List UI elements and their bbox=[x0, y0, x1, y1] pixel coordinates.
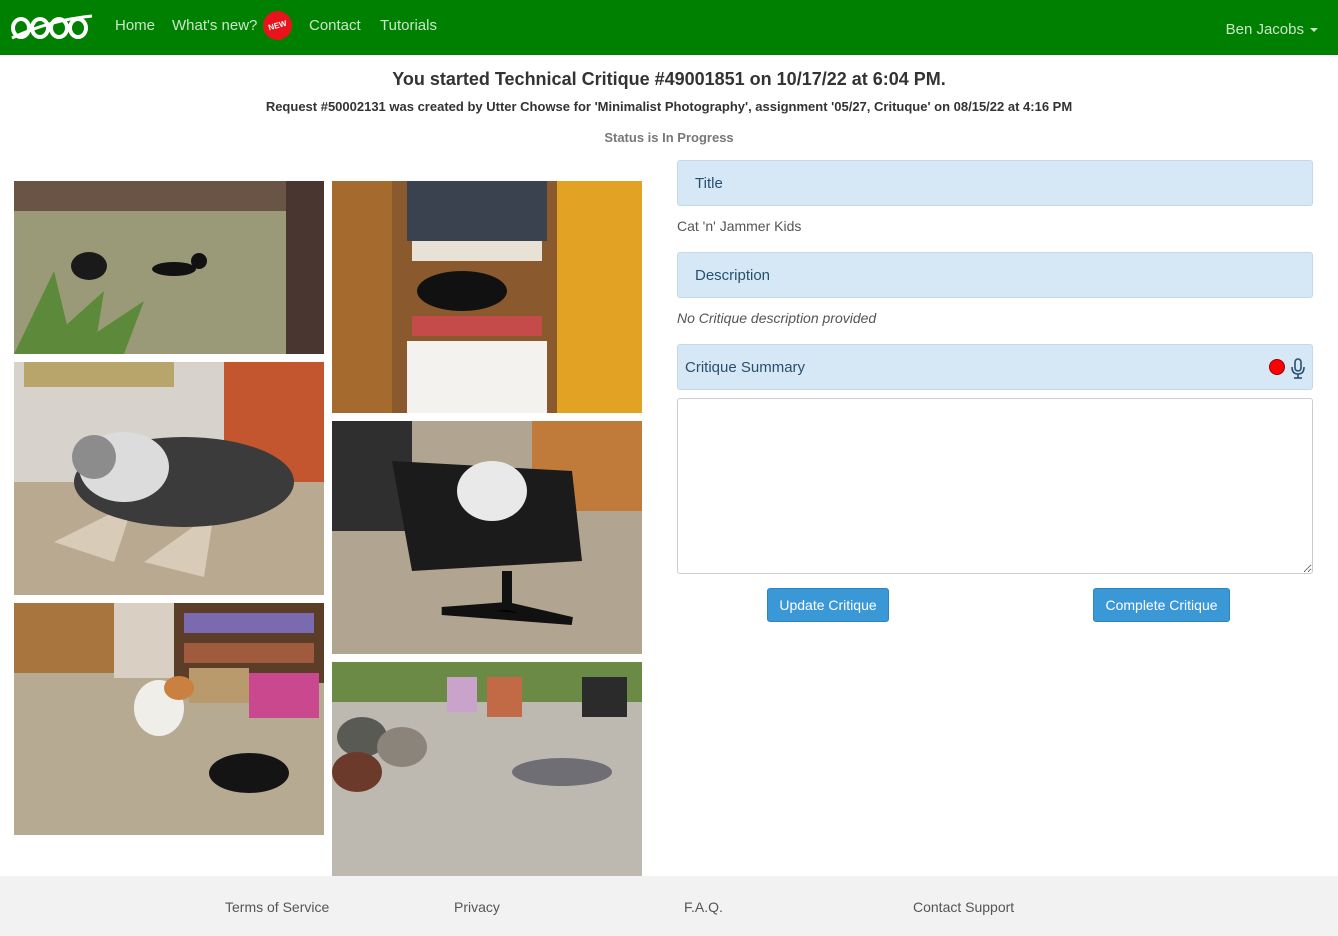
page-title: You started Technical Critique #49001851… bbox=[392, 69, 946, 89]
footer-privacy-link[interactable]: Privacy bbox=[454, 899, 500, 915]
complete-critique-button[interactable]: Complete Critique bbox=[1093, 588, 1230, 622]
critique-summary-textarea[interactable] bbox=[677, 398, 1313, 574]
record-dot-icon[interactable] bbox=[1269, 359, 1285, 375]
description-label: Description bbox=[695, 267, 771, 284]
user-menu[interactable]: Ben Jacobs bbox=[1226, 21, 1318, 38]
top-navbar: Home What's new? NEW Contact Tutorials B… bbox=[0, 0, 1338, 55]
title-label: Title bbox=[695, 175, 723, 192]
footer-contact-support-link[interactable]: Contact Support bbox=[913, 899, 1014, 915]
nav-contact[interactable]: Contact bbox=[309, 17, 361, 34]
critique-summary-panel: Critique Summary bbox=[677, 344, 1313, 390]
site-logo[interactable] bbox=[10, 12, 94, 42]
photo-cat-closet[interactable] bbox=[332, 181, 642, 413]
caret-down-icon bbox=[1310, 28, 1318, 33]
update-critique-button[interactable]: Update Critique bbox=[767, 588, 889, 622]
photo-cat-chair[interactable] bbox=[332, 421, 642, 654]
description-panel: Description bbox=[677, 252, 1313, 298]
nav-whats-new[interactable]: What's new? bbox=[172, 17, 257, 34]
nav-tutorials[interactable]: Tutorials bbox=[380, 17, 437, 34]
new-badge: NEW bbox=[259, 7, 296, 44]
nav-home[interactable]: Home bbox=[115, 17, 155, 34]
request-info: Request #50002131 was created by Utter C… bbox=[265, 99, 1073, 114]
footer: Terms of Service Privacy F.A.Q. Contact … bbox=[0, 876, 1338, 936]
critique-summary-label: Critique Summary bbox=[685, 359, 806, 376]
title-value: Cat 'n' Jammer Kids bbox=[677, 218, 802, 234]
status-text: Status is In Progress bbox=[604, 130, 734, 145]
microphone-icon[interactable] bbox=[1290, 358, 1306, 380]
footer-terms-link[interactable]: Terms of Service bbox=[225, 899, 329, 915]
description-value: No Critique description provided bbox=[677, 310, 877, 326]
photo-cat-patio[interactable] bbox=[332, 662, 642, 876]
title-panel: Title bbox=[677, 160, 1313, 206]
photo-cat-yard[interactable] bbox=[14, 181, 324, 354]
photo-cat-window[interactable] bbox=[14, 362, 324, 595]
photo-cats-bookshelf[interactable] bbox=[14, 603, 324, 835]
user-name: Ben Jacobs bbox=[1225, 21, 1304, 38]
footer-faq-link[interactable]: F.A.Q. bbox=[684, 899, 723, 915]
